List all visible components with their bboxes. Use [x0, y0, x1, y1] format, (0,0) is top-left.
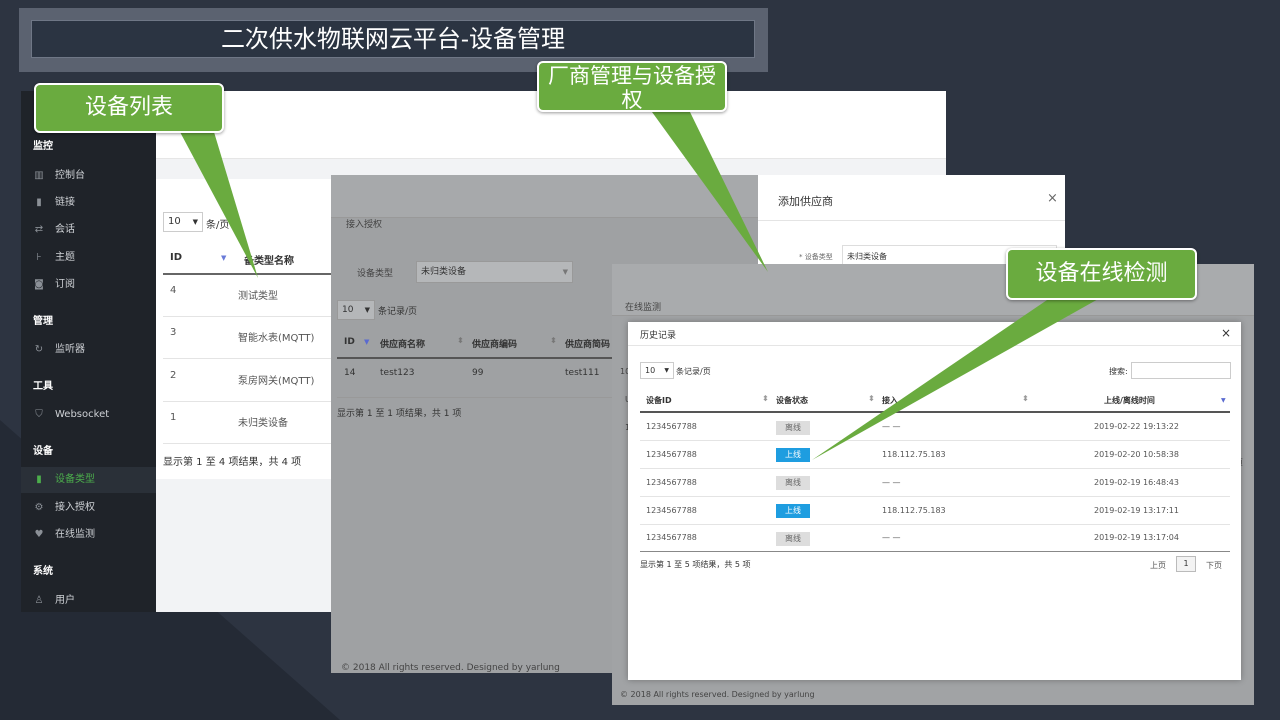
callout-device-list: 设备列表: [34, 83, 224, 133]
callout-online-check: 设备在线检测: [1006, 248, 1197, 300]
callout-vendor-auth: 厂商管理与设备授权: [537, 61, 727, 112]
arrow-vendor-auth: [652, 112, 768, 272]
arrow-device-list: [180, 132, 258, 278]
arrow-online-check: [812, 298, 1100, 460]
